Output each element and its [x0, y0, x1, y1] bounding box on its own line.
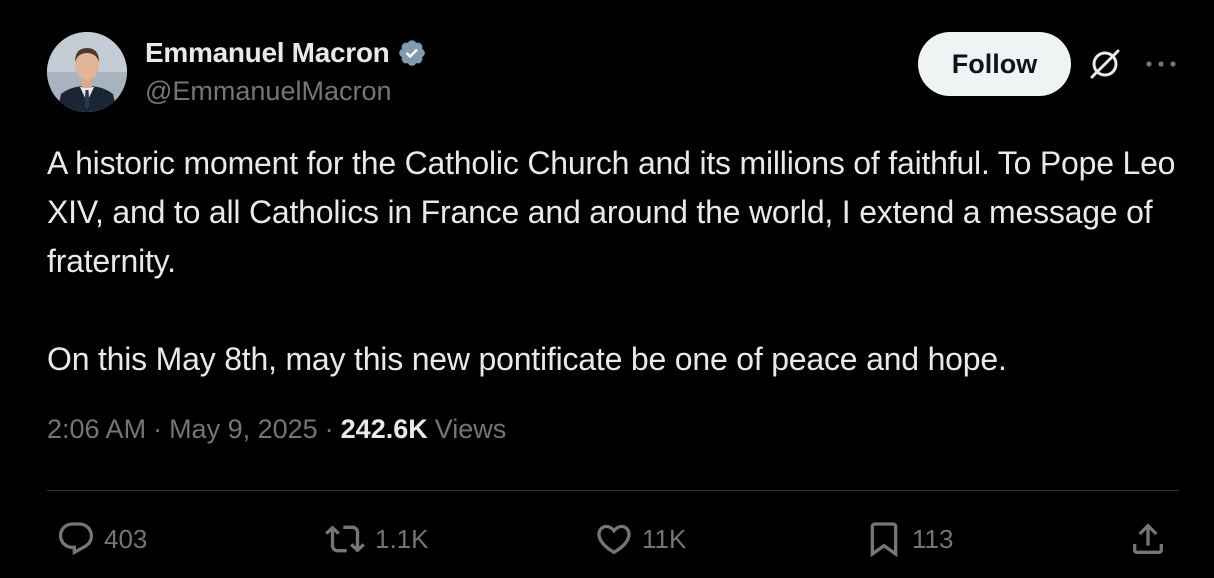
views-count: 242.6K [340, 414, 428, 444]
verified-badge-icon [397, 38, 427, 68]
tweet-date[interactable]: May 9, 2025 [169, 414, 318, 445]
tweet-time[interactable]: 2:06 AM [47, 414, 146, 445]
author-name-row[interactable]: Emmanuel Macron [145, 34, 427, 72]
tweet-paragraph: On this May 8th, may this new pontificat… [47, 341, 1007, 377]
author-handle[interactable]: @EmmanuelMacron [145, 76, 392, 107]
tweet-meta: 2:06 AM · May 9, 2025 · 242.6K Views [47, 414, 506, 445]
reply-icon [58, 522, 94, 556]
meta-separator: · [324, 414, 334, 444]
avatar[interactable] [47, 32, 127, 112]
bookmark-icon [870, 522, 898, 558]
heart-icon [597, 524, 631, 555]
action-bar: 403 1.1K 11K 113 [0, 512, 1214, 566]
share-button[interactable] [1128, 512, 1176, 566]
repost-icon [325, 525, 365, 553]
meta-separator: · [153, 414, 163, 444]
grok-icon[interactable] [1087, 46, 1123, 82]
repost-count: 1.1K [375, 523, 429, 554]
views-label: Views [434, 414, 507, 444]
tweet-text: A historic moment for the Catholic Churc… [47, 139, 1177, 384]
author-display-name[interactable]: Emmanuel Macron [145, 37, 390, 69]
divider [47, 490, 1179, 491]
like-button[interactable]: 11K [594, 512, 686, 566]
tweet-card: Emmanuel Macron @EmmanuelMacron Follow A… [0, 0, 1214, 578]
more-options-icon[interactable] [1143, 51, 1179, 77]
like-count: 11K [642, 523, 687, 554]
follow-button[interactable]: Follow [918, 32, 1071, 96]
tweet-paragraph: A historic moment for the Catholic Churc… [47, 145, 1176, 279]
reply-button[interactable]: 403 [56, 512, 147, 566]
bookmark-button[interactable]: 113 [864, 512, 953, 566]
share-icon [1133, 523, 1163, 554]
repost-button[interactable]: 1.1K [323, 512, 429, 566]
reply-count: 403 [104, 523, 148, 554]
bookmark-count: 113 [912, 523, 954, 554]
